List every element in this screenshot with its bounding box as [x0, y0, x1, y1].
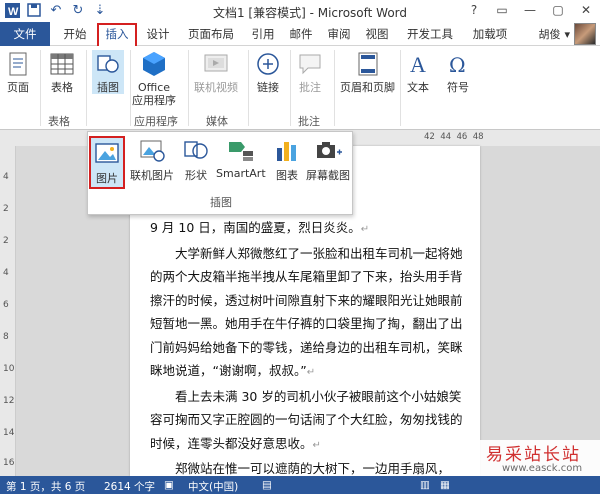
- status-bar: 第 1 页，共 6 页 2614 个字 ▣ 中文(中国) ▤ ▥ ▦: [0, 476, 600, 494]
- svg-text:Ω: Ω: [449, 53, 466, 77]
- user-name: 胡俊: [538, 28, 561, 41]
- window-title: 文档1 [兼容模式] - Microsoft Word: [212, 6, 408, 20]
- chevron-down-icon: ▾: [564, 27, 570, 41]
- shapes-icon: [184, 141, 208, 159]
- ruler-numbers: 42 44 46 48: [424, 132, 484, 142]
- camera-icon: [317, 142, 342, 158]
- page-icon: [9, 52, 27, 76]
- online-video-button[interactable]: 联机视频: [194, 50, 238, 94]
- word-logo-icon: W: [4, 2, 20, 18]
- office-apps-button[interactable]: Office 应用程序: [132, 50, 176, 107]
- symbols-button[interactable]: Ω 符号: [444, 50, 472, 94]
- ribbon-display-icon[interactable]: ▭: [488, 0, 516, 20]
- tab-developer[interactable]: 开发工具: [400, 22, 460, 46]
- read-mode-icon[interactable]: ▥: [420, 479, 430, 491]
- separator: [130, 50, 131, 126]
- watermark-url: www.easck.com: [502, 463, 583, 474]
- table-icon: [50, 53, 74, 75]
- tab-view[interactable]: 视图: [360, 22, 394, 46]
- group-label-comments: 批注: [298, 115, 320, 128]
- page-button[interactable]: 页面: [4, 50, 32, 94]
- group-label-media: 媒体: [206, 115, 228, 128]
- tab-mailings[interactable]: 邮件: [284, 22, 318, 46]
- tab-references[interactable]: 引用: [246, 22, 280, 46]
- online-picture-icon: [140, 140, 165, 162]
- illustrations-dropdown: 图片 联机图片 形状 SmartArt 图表 屏幕截图 插图: [87, 131, 353, 215]
- picture-icon: [95, 143, 119, 163]
- comment-icon: [299, 54, 321, 75]
- watermark: 易采站长站 www.easck.com: [480, 440, 600, 476]
- office-store-icon: [143, 52, 165, 76]
- dropdown-group-label: 插图: [210, 196, 232, 209]
- separator: [290, 50, 291, 126]
- undo-icon[interactable]: ↶: [48, 2, 64, 18]
- picture-button[interactable]: 图片: [89, 136, 125, 189]
- user-account[interactable]: 胡俊 ▾: [538, 23, 596, 45]
- quick-access-toolbar: W ↶ ↻ ⇣: [4, 2, 108, 18]
- header-footer-icon: [358, 52, 377, 76]
- window-controls: ? ▭ — ▢ ✕: [460, 0, 600, 20]
- group-label-table: 表格: [48, 115, 70, 128]
- table-button[interactable]: 表格: [48, 50, 76, 94]
- comment-button[interactable]: 批注: [296, 50, 324, 94]
- tab-home[interactable]: 开始: [58, 22, 92, 46]
- minimize-button[interactable]: —: [516, 0, 544, 20]
- video-icon: [204, 54, 228, 72]
- help-button[interactable]: ?: [460, 0, 488, 20]
- separator: [86, 50, 87, 126]
- page-count[interactable]: 第 1 页，共 6 页: [6, 479, 85, 494]
- group-label-apps: 应用程序: [134, 115, 178, 128]
- svg-text:A: A: [410, 52, 426, 77]
- text-button[interactable]: A 文本: [404, 50, 432, 94]
- separator: [188, 50, 189, 126]
- document-body[interactable]: 9 月 10 日，南国的盛夏，烈日炎炎。↵ 大学新鲜人郑微憋红了一张脸和出租车司…: [150, 216, 468, 481]
- tab-file[interactable]: 文件: [0, 22, 50, 46]
- link-icon: [257, 53, 279, 75]
- paragraph: 9 月 10 日，南国的盛夏，烈日炎炎。↵: [150, 220, 370, 235]
- shapes-button[interactable]: 形状: [182, 136, 210, 183]
- tab-design[interactable]: 设计: [141, 22, 175, 46]
- print-layout-icon[interactable]: ▦: [440, 479, 450, 491]
- maximize-button[interactable]: ▢: [544, 0, 572, 20]
- omega-symbol-icon: Ω: [449, 53, 466, 77]
- tab-page-layout[interactable]: 页面布局: [181, 22, 241, 46]
- smartart-button[interactable]: SmartArt: [216, 136, 266, 180]
- redo-icon[interactable]: ↻: [70, 2, 86, 18]
- vertical-ruler: 4 2 2 4 6 8 10 12 14 16: [0, 146, 16, 476]
- paragraph: 大学新鲜人郑微憋红了一张脸和出租车司机一起将她的两个大皮箱半拖半拽从车尾箱里卸了…: [150, 245, 463, 379]
- watermark-title: 易采站长站: [486, 445, 581, 465]
- title-bar: W ↶ ↻ ⇣ 文档1 [兼容模式] - Microsoft Word ? ▭ …: [0, 0, 600, 22]
- save-icon[interactable]: [26, 2, 42, 18]
- illustrations-button[interactable]: 插图: [92, 50, 124, 94]
- chart-button[interactable]: 图表: [273, 136, 301, 183]
- smartart-icon: [228, 142, 253, 161]
- separator: [334, 50, 335, 126]
- screenshot-button[interactable]: 屏幕截图: [306, 136, 350, 183]
- tab-review[interactable]: 审阅: [322, 22, 356, 46]
- chart-icon: [277, 142, 296, 161]
- online-picture-button[interactable]: 联机图片: [130, 136, 174, 183]
- links-button[interactable]: 链接: [254, 50, 282, 94]
- shapes-icon: [97, 55, 119, 73]
- word-count[interactable]: 2614 个字: [104, 479, 155, 494]
- macro-record-icon[interactable]: ▤: [262, 479, 272, 491]
- language[interactable]: 中文(中国): [188, 479, 238, 494]
- close-button[interactable]: ✕: [572, 0, 600, 20]
- paragraph: 看上去未满 30 岁的司机小伙子被眼前这个小姑娘笑容可掬而又字正腔圆的一句话闹了…: [150, 388, 463, 451]
- separator: [248, 50, 249, 126]
- separator: [40, 50, 41, 126]
- avatar: [574, 23, 596, 45]
- customize-qat-icon[interactable]: ⇣: [92, 2, 108, 18]
- ribbon-insert: 页面 表格 表格 插图 Office 应用程序 应用程序 联机视频 媒体 链接 …: [0, 46, 600, 130]
- proofing-icon[interactable]: ▣: [164, 479, 174, 491]
- tab-add-ins[interactable]: 加载项: [466, 22, 514, 46]
- svg-text:W: W: [8, 6, 19, 18]
- ribbon-tab-bar: 文件 开始 插入 设计 页面布局 引用 邮件 审阅 视图 开发工具 加载项 胡俊…: [0, 22, 600, 46]
- tab-insert[interactable]: 插入: [97, 23, 137, 46]
- header-footer-button[interactable]: 页眉和页脚: [340, 50, 395, 94]
- separator: [400, 50, 401, 126]
- text-box-icon: A: [410, 52, 426, 77]
